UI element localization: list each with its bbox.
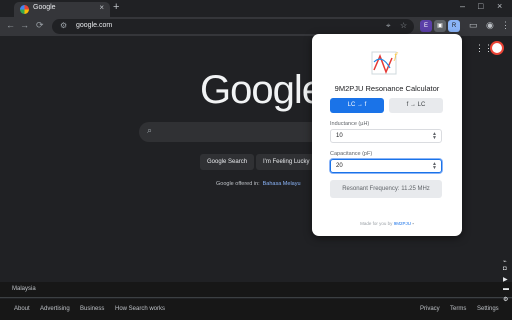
footer-link-about[interactable]: About	[14, 306, 30, 312]
footer-link-business[interactable]: Business	[80, 306, 104, 312]
result-display: Resonant Frequency: 11.25 MHz	[330, 180, 442, 198]
bookmark-star-icon[interactable]: ☆	[400, 21, 407, 30]
resonance-extension-icon[interactable]: R	[448, 20, 460, 32]
footer-link-advertising[interactable]: Advertising	[40, 306, 70, 312]
calculator-logo-icon: f	[371, 51, 399, 75]
inductance-label: Inductance (µH)	[330, 121, 370, 127]
forward-icon[interactable]: →	[20, 20, 29, 30]
extension-puzzle-icon[interactable]: ▣	[434, 20, 446, 32]
flag-icon: ▪	[412, 221, 414, 226]
google-favicon-icon	[20, 5, 29, 14]
tab-google[interactable]: Google ×	[14, 2, 110, 17]
capacitance-value: 20	[336, 163, 343, 169]
tab-title: Google	[33, 4, 56, 11]
footer-link-settings[interactable]: Settings	[477, 306, 499, 312]
stepper-icon[interactable]: ▲ ▼	[432, 132, 437, 141]
minimize-button[interactable]: –	[460, 1, 465, 11]
avatar[interactable]	[490, 41, 504, 55]
gear-icon[interactable]: ⚙	[503, 296, 508, 303]
video-icon[interactable]: ▶	[503, 276, 508, 283]
search-icon: ⌕	[147, 125, 153, 135]
mode-f-to-lc-button[interactable]: f → LC	[389, 98, 443, 113]
made-by: Made for you by 9M2PJU ▪	[312, 221, 462, 226]
feeling-lucky-button[interactable]: I'm Feeling Lucky	[256, 154, 317, 170]
offered-in-label: Google offered in:	[216, 181, 260, 187]
inductance-value: 10	[336, 133, 343, 139]
menu-icon[interactable]: ⋮	[501, 20, 510, 31]
country-label: Malaysia	[12, 286, 36, 292]
svg-text:f: f	[393, 52, 399, 61]
extension-icon[interactable]: E	[420, 20, 432, 32]
inductance-input[interactable]: 10 ▲ ▼	[330, 129, 442, 143]
profile-icon[interactable]: ◉	[486, 20, 494, 31]
url-text: google.com	[76, 22, 113, 29]
popup-title: 9M2PJU Resonance Calculator	[334, 84, 440, 93]
stepper-icon[interactable]: ▲ ▼	[432, 162, 437, 171]
footer-country: Malaysia	[0, 282, 512, 298]
folder-icon[interactable]: ▬	[503, 286, 509, 292]
close-icon[interactable]: ×	[99, 3, 104, 12]
panel-icon[interactable]: ▭	[469, 20, 478, 31]
address-bar[interactable]: ⚙ google.com ⌖ ☆	[52, 19, 414, 34]
footer-link-terms[interactable]: Terms	[450, 306, 466, 312]
google-logo: Google	[200, 68, 324, 112]
resonance-calculator-popup: f 9M2PJU Resonance Calculator LC → f f →…	[312, 34, 462, 236]
maximize-button[interactable]: □	[478, 1, 483, 11]
location-icon[interactable]: ⌖	[386, 21, 391, 31]
back-icon[interactable]: ←	[6, 20, 15, 30]
made-by-prefix: Made for you by	[360, 221, 393, 226]
offered-in: Google offered in: Bahasa Melayu	[216, 181, 301, 187]
author-link[interactable]: 9M2PJU	[394, 221, 411, 226]
tab-strip: Google × + – □ ×	[0, 0, 512, 17]
new-tab-button[interactable]: +	[113, 1, 119, 13]
footer-link-privacy[interactable]: Privacy	[420, 306, 440, 312]
capacitance-label: Capacitance (pF)	[330, 151, 373, 157]
language-link[interactable]: Bahasa Melayu	[263, 181, 301, 187]
wifi-icon: ⌁	[503, 259, 507, 265]
google-search-button[interactable]: Google Search	[200, 154, 255, 170]
footer-link-how-search-works[interactable]: How Search works	[115, 306, 165, 312]
site-info-icon[interactable]: ⚙	[60, 21, 67, 30]
footer-links: About Advertising Business How Search wo…	[0, 299, 512, 320]
capacitance-input[interactable]: 20 ▲ ▼	[330, 159, 442, 173]
reload-icon[interactable]: ⟳	[36, 20, 44, 31]
window-close-button[interactable]: ×	[497, 1, 502, 11]
mode-lc-to-f-button[interactable]: LC → f	[330, 98, 384, 113]
camera-icon[interactable]: ◘	[503, 266, 507, 272]
